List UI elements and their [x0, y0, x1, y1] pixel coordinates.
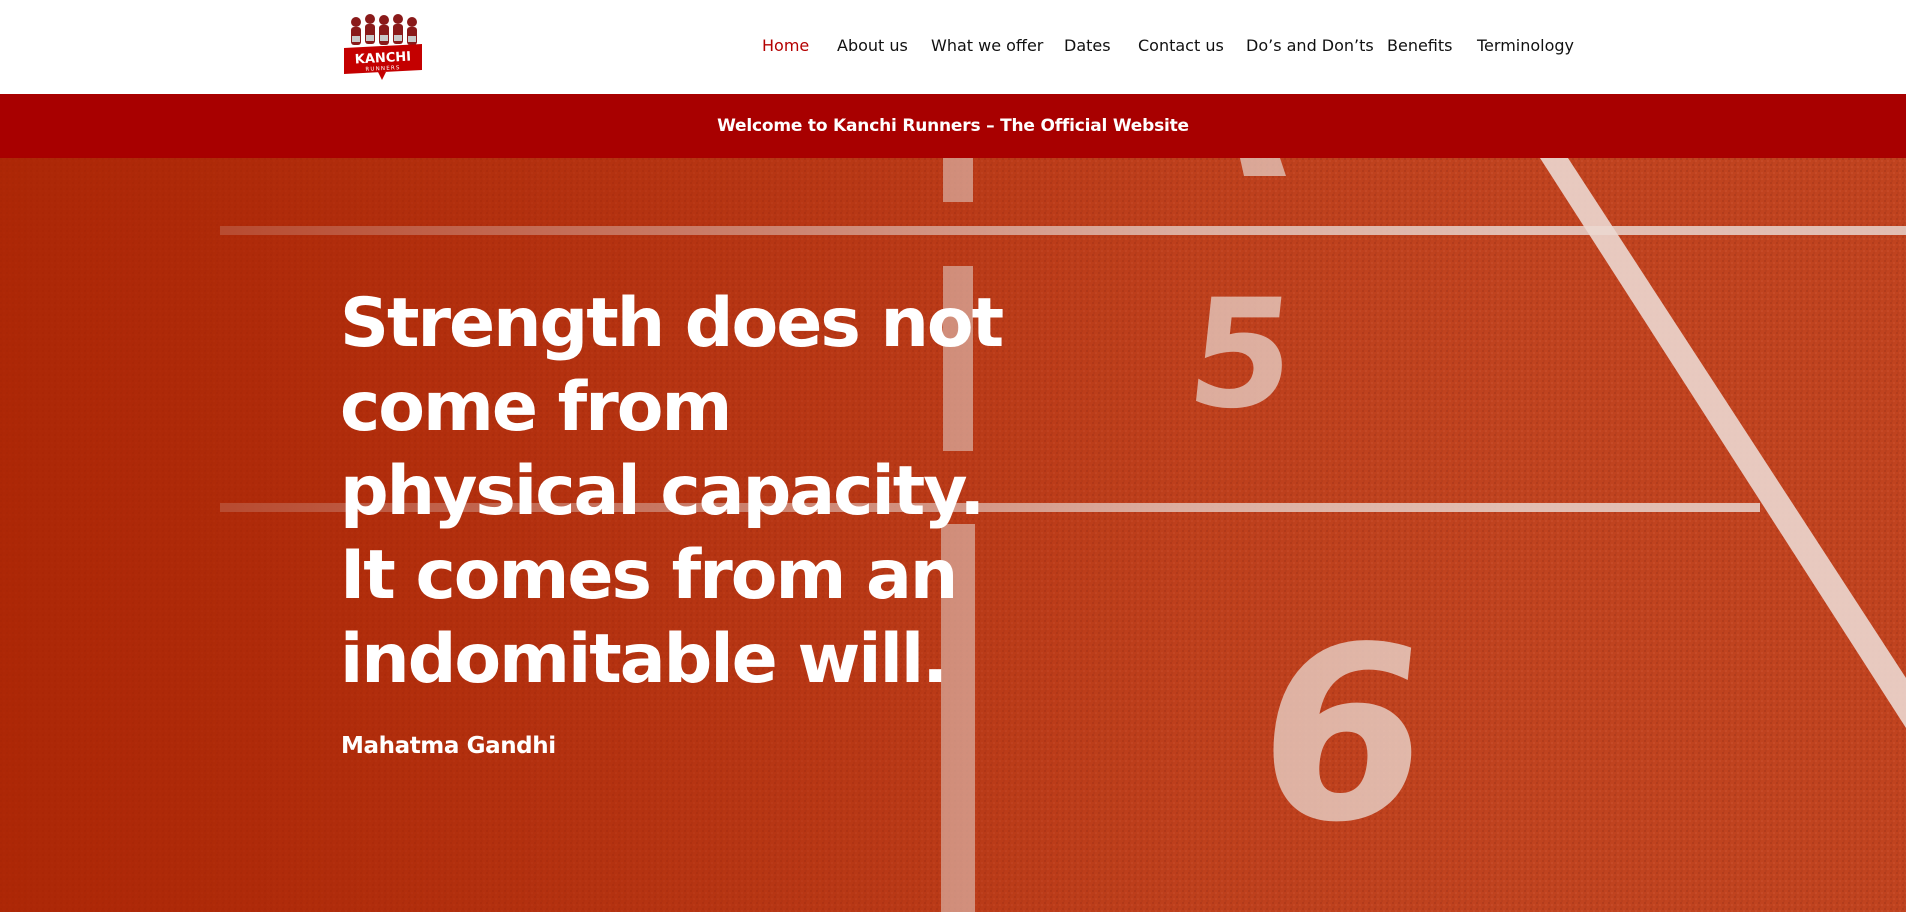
nav-contact-us[interactable]: Contact us [1138, 36, 1224, 56]
hero-quote: Strength does not come from physical cap… [340, 284, 1004, 699]
quote-author: Mahatma Gandhi [341, 733, 556, 759]
hero-section: 5 6 Strength does not come from physical… [0, 158, 1906, 912]
nav-dates[interactable]: Dates [1064, 36, 1111, 56]
nav-terminology[interactable]: Terminology [1477, 36, 1574, 56]
nav-dos-and-donts[interactable]: Do’s and Don’ts [1246, 36, 1374, 56]
welcome-banner: Welcome to Kanchi Runners – The Official… [0, 94, 1906, 158]
site-header: KANCHI RUNNERS Home About us What we off… [0, 0, 1906, 94]
nav-benefits[interactable]: Benefits [1387, 36, 1453, 56]
nav-what-we-offer[interactable]: What we offer [931, 36, 1043, 56]
welcome-banner-text: Welcome to Kanchi Runners – The Official… [717, 116, 1189, 136]
nav-home[interactable]: Home [762, 36, 809, 56]
main-navigation: Home About us What we offer Dates Contac… [0, 0, 1906, 94]
nav-about-us[interactable]: About us [837, 36, 908, 56]
